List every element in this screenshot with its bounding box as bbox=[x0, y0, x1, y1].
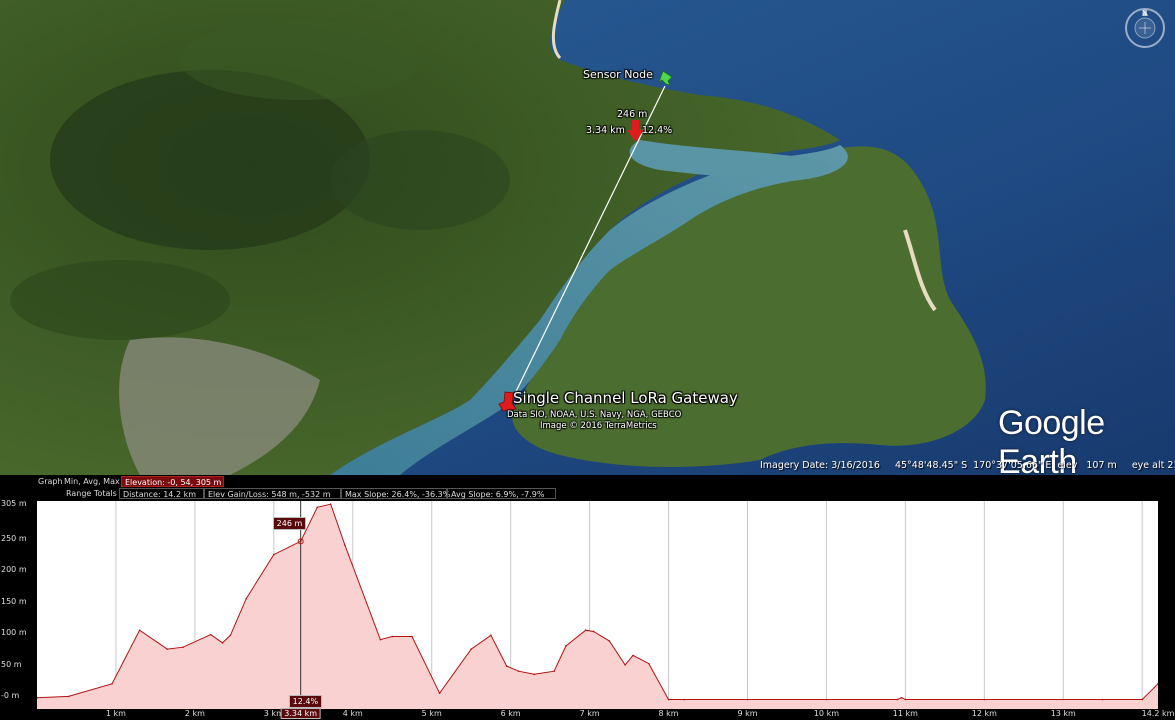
elevation-point bbox=[273, 553, 275, 556]
elevation-point bbox=[67, 695, 70, 698]
x-tick-label: 7 km bbox=[579, 709, 600, 718]
distance-readout: Distance: 14.2 km bbox=[119, 488, 204, 499]
elevation-point bbox=[683, 698, 686, 701]
elevation-stats-button[interactable]: Elevation: -0, 54, 305 m bbox=[121, 476, 224, 487]
elevation-point bbox=[900, 696, 903, 699]
compass-north-label: N bbox=[1142, 9, 1148, 17]
elevation-point bbox=[667, 698, 670, 701]
compass-icon[interactable]: N bbox=[1123, 6, 1167, 50]
x-tick-label: 14.2 km bbox=[1141, 709, 1175, 718]
elevation-chart[interactable] bbox=[36, 501, 1159, 709]
graph-stats-label: Min, Avg, Max bbox=[64, 477, 120, 486]
elevation-point bbox=[438, 692, 441, 695]
elevation-point bbox=[632, 654, 634, 657]
x-tick-label: 5 km bbox=[421, 709, 442, 718]
x-tick-label: 12 km bbox=[971, 709, 997, 718]
elevation-profile-panel: Graph Min, Avg, Max Elevation: -0, 54, 3… bbox=[0, 475, 1175, 720]
elevation-point bbox=[553, 670, 555, 672]
elevation-point bbox=[344, 544, 346, 546]
elevation-point bbox=[608, 640, 611, 642]
elevation-point bbox=[329, 503, 332, 505]
forest-patch bbox=[180, 20, 420, 100]
x-tick-label: 4 km bbox=[342, 709, 363, 718]
cursor-elevation-box: 246 m bbox=[272, 517, 307, 531]
range-totals-row: Range Totals Distance: 14.2 km Elev Gain… bbox=[0, 488, 1175, 500]
forest-patch bbox=[330, 130, 510, 230]
elevation-point bbox=[1141, 698, 1144, 701]
map-view[interactable]: Sensor Node 246 m 3.34 km 12.4% Single C… bbox=[0, 0, 1175, 475]
range-totals-label: Range Totals bbox=[66, 489, 117, 498]
elevation-point bbox=[584, 629, 587, 632]
elevation-point bbox=[221, 642, 224, 644]
elevation-area bbox=[37, 504, 1158, 709]
elevation-point bbox=[379, 638, 382, 641]
elevation-point bbox=[166, 648, 169, 650]
y-tick-label: 100 m bbox=[1, 628, 27, 638]
elevation-point bbox=[896, 698, 899, 701]
graph-stats-row: Graph Min, Avg, Max Elevation: -0, 54, 3… bbox=[0, 476, 1175, 488]
y-tick-label: 150 m bbox=[1, 596, 27, 606]
elevation-point bbox=[316, 506, 319, 509]
elevation-point bbox=[138, 629, 141, 632]
graph-label: Graph bbox=[38, 477, 63, 486]
x-tick-label: 1 km bbox=[105, 709, 126, 718]
elevation-point bbox=[391, 635, 394, 638]
x-tick-label: 11 km bbox=[892, 709, 918, 718]
elevation-point bbox=[533, 673, 536, 676]
y-tick-label: -0 m bbox=[1, 691, 20, 701]
y-tick-label: 250 m bbox=[1, 533, 27, 543]
gateway-label[interactable]: Single Channel LoRa Gateway bbox=[513, 389, 738, 407]
elevation-point bbox=[904, 698, 907, 701]
elevation-point bbox=[209, 633, 212, 636]
elevation-point bbox=[411, 635, 413, 638]
coordinates-readout: 45°48'48.45" S 170°37'05.66" E elev 107 … bbox=[894, 460, 1117, 471]
x-tick-label: 8 km bbox=[658, 709, 679, 718]
y-tick-label: 200 m bbox=[1, 565, 27, 575]
attribution-line-2: Image © 2016 TerraMetrics bbox=[540, 421, 657, 431]
elevation-point bbox=[565, 645, 567, 647]
attribution-line-1: Data SIO, NOAA, U.S. Navy, NGA, GEBCO bbox=[507, 410, 682, 420]
x-tick-label: 3.34 km bbox=[280, 708, 322, 719]
cursor-slope-label: 12.4% bbox=[642, 125, 673, 136]
elevation-point bbox=[648, 662, 650, 665]
sensor-node-label[interactable]: Sensor Node bbox=[583, 68, 653, 81]
elevation-point bbox=[505, 665, 508, 667]
cursor-distance-label: 3.34 km bbox=[586, 125, 625, 136]
imagery-date: Imagery Date: 3/16/2016 bbox=[760, 460, 880, 471]
elevation-point bbox=[746, 698, 749, 701]
elevation-point bbox=[825, 698, 828, 701]
y-tick-label: 305 m bbox=[1, 499, 27, 509]
x-tick-label: 2 km bbox=[184, 709, 205, 718]
elev-gain-loss-readout: Elev Gain/Loss: 548 m, -532 m bbox=[204, 488, 341, 499]
elevation-point bbox=[111, 682, 113, 685]
elevation-graph[interactable]: 246 m 12.4% bbox=[36, 501, 1159, 709]
y-tick-label: 50 m bbox=[1, 659, 22, 669]
max-slope-readout: Max Slope: 26.4%, -36.3% bbox=[341, 488, 450, 499]
cursor-slope-box: 12.4% bbox=[288, 695, 323, 708]
elevation-point bbox=[182, 646, 184, 649]
elevation-point bbox=[517, 670, 520, 672]
elevation-point bbox=[245, 597, 248, 600]
x-tick-label: 6 km bbox=[500, 709, 521, 718]
elevation-point bbox=[470, 648, 472, 650]
eye-altitude: eye alt 21.77 km bbox=[1131, 460, 1175, 471]
status-bar: Imagery Date: 3/16/2016 45°48'48.45" S 1… bbox=[760, 460, 1175, 471]
cursor-elevation-label: 246 m bbox=[617, 109, 648, 120]
x-tick-label: 13 km bbox=[1050, 709, 1076, 718]
elevation-point bbox=[983, 698, 986, 701]
elevation-point bbox=[1101, 698, 1104, 701]
x-tick-label: 9 km bbox=[737, 709, 758, 718]
elevation-point bbox=[229, 634, 232, 637]
avg-slope-readout: Avg Slope: 6.9%, -7.9% bbox=[447, 488, 556, 499]
elevation-point bbox=[592, 630, 595, 633]
elevation-point bbox=[624, 664, 626, 666]
forest-patch bbox=[10, 260, 230, 340]
x-tick-label: 10 km bbox=[813, 709, 839, 718]
elevation-point bbox=[490, 634, 492, 637]
